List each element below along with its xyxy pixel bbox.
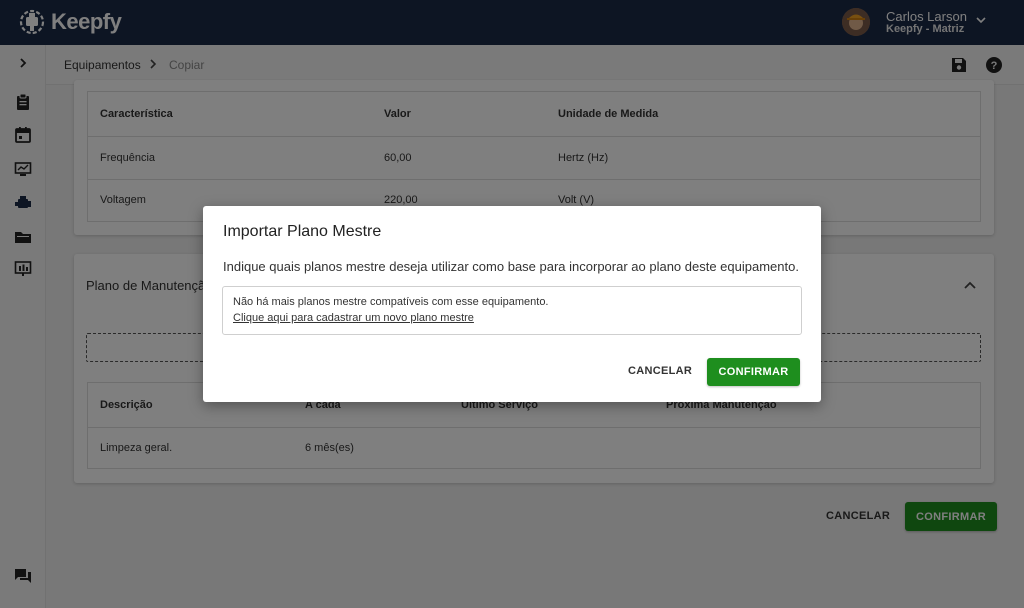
- dialog-description: Indique quais planos mestre deseja utili…: [223, 259, 799, 274]
- create-master-plan-link[interactable]: Clique aqui para cadastrar um novo plano…: [233, 312, 474, 324]
- import-master-plan-dialog: Importar Plano Mestre Indique quais plan…: [203, 206, 821, 402]
- empty-message: Não há mais planos mestre compatíveis co…: [233, 296, 549, 308]
- master-plan-list: Não há mais planos mestre compatíveis co…: [222, 286, 802, 335]
- dialog-cancel-button[interactable]: CANCELAR: [628, 365, 692, 377]
- dialog-title: Importar Plano Mestre: [223, 223, 382, 240]
- dialog-confirm-button[interactable]: CONFIRMAR: [707, 358, 800, 386]
